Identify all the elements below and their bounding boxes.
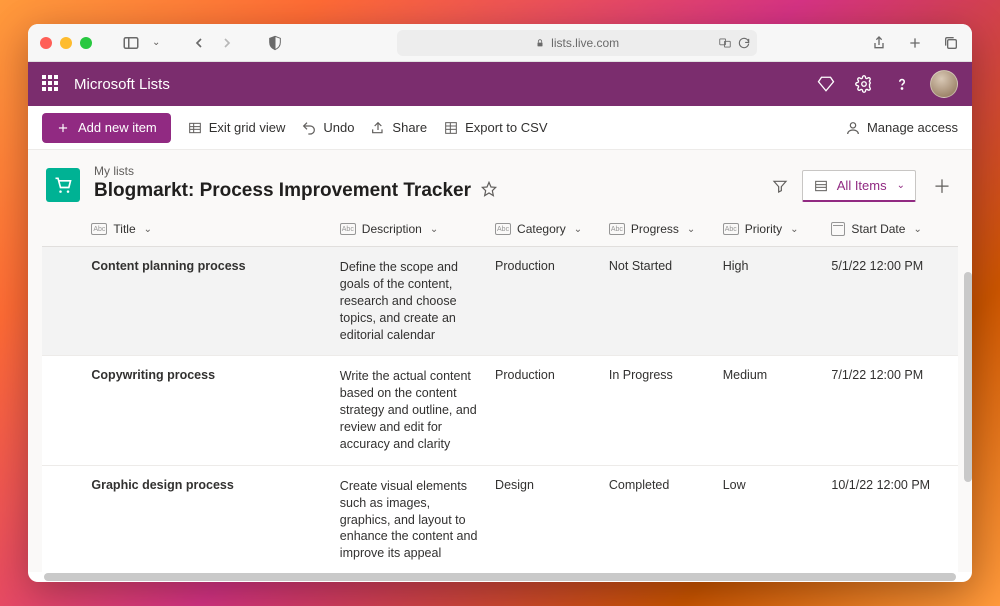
share-arrow-icon	[370, 120, 386, 136]
translate-icon[interactable]	[717, 36, 733, 50]
url-text: lists.live.com	[551, 36, 619, 50]
filter-icon[interactable]	[772, 178, 788, 194]
export-csv-button[interactable]: Export to CSV	[443, 120, 547, 136]
cell-progress[interactable]: In Progress	[601, 356, 715, 465]
shield-icon[interactable]	[266, 34, 284, 52]
maximize-window-button[interactable]	[80, 37, 92, 49]
table-row[interactable]: Graphic design process Create visual ele…	[42, 466, 958, 572]
minimize-window-button[interactable]	[60, 37, 72, 49]
settings-icon[interactable]	[854, 74, 874, 94]
row-handle[interactable]	[42, 356, 83, 465]
horizontal-scrollbar-track	[28, 572, 972, 582]
undo-icon	[301, 120, 317, 136]
cell-priority[interactable]: High	[715, 247, 824, 356]
list-header: My lists Blogmarkt: Process Improvement …	[28, 150, 972, 212]
plus-icon	[56, 121, 70, 135]
data-grid: AbcTitle⌄ AbcDescription⌄ AbcCategory⌄ A…	[42, 212, 958, 572]
tabs-overview-icon[interactable]	[942, 34, 960, 52]
cell-title[interactable]: Content planning process	[83, 247, 331, 356]
traffic-lights	[40, 37, 92, 49]
add-view-button[interactable]: ＋	[930, 173, 954, 199]
cart-icon	[53, 175, 73, 195]
premium-icon[interactable]	[816, 74, 836, 94]
app-name: Microsoft Lists	[74, 76, 170, 93]
cell-start-date[interactable]: 10/1/22 12:00 PM	[823, 466, 958, 572]
cell-category[interactable]: Design	[487, 466, 601, 572]
sidebar-toggle-icon[interactable]	[122, 34, 140, 52]
select-column-header[interactable]	[42, 212, 83, 247]
calendar-icon	[831, 222, 845, 236]
favorite-star-icon[interactable]	[481, 181, 497, 202]
app-header: Microsoft Lists	[28, 62, 972, 106]
cell-description[interactable]: Write the actual content based on the co…	[332, 356, 487, 465]
column-header-category[interactable]: AbcCategory⌄	[487, 212, 601, 247]
grid-container: AbcTitle⌄ AbcDescription⌄ AbcCategory⌄ A…	[28, 212, 972, 572]
new-tab-icon[interactable]	[906, 34, 924, 52]
app-window: ⌄ lists.live.com	[28, 24, 972, 582]
column-header-start-date[interactable]: Start Date⌄	[823, 212, 958, 247]
add-new-item-button[interactable]: Add new item	[42, 113, 171, 143]
sidebar-chevron-icon[interactable]: ⌄	[152, 37, 160, 48]
chevron-down-icon: ⌄	[897, 180, 905, 191]
cell-category[interactable]: Production	[487, 247, 601, 356]
breadcrumb[interactable]: My lists	[94, 164, 497, 178]
grid-icon	[187, 120, 203, 136]
command-bar: Add new item Exit grid view Undo Share E…	[28, 106, 972, 150]
column-header-title[interactable]: AbcTitle⌄	[83, 212, 331, 247]
forward-button[interactable]	[218, 34, 236, 52]
address-bar[interactable]: lists.live.com	[397, 30, 757, 56]
table-row[interactable]: Copywriting process Write the actual con…	[42, 356, 958, 465]
cell-priority[interactable]: Medium	[715, 356, 824, 465]
cell-priority[interactable]: Low	[715, 466, 824, 572]
view-selector-button[interactable]: All Items ⌄	[802, 170, 916, 202]
content-area: My lists Blogmarkt: Process Improvement …	[28, 150, 972, 572]
cell-title[interactable]: Copywriting process	[83, 356, 331, 465]
column-header-description[interactable]: AbcDescription⌄	[332, 212, 487, 247]
horizontal-scrollbar[interactable]	[44, 573, 956, 581]
row-handle[interactable]	[42, 466, 83, 572]
table-row[interactable]: Content planning process Define the scop…	[42, 247, 958, 356]
share-button[interactable]: Share	[370, 120, 427, 136]
cell-progress[interactable]: Completed	[601, 466, 715, 572]
undo-button[interactable]: Undo	[301, 120, 354, 136]
vertical-scrollbar[interactable]	[964, 272, 972, 482]
share-icon[interactable]	[870, 34, 888, 52]
person-icon	[845, 120, 861, 136]
manage-access-button[interactable]: Manage access	[845, 120, 958, 136]
lock-icon	[535, 38, 545, 48]
help-icon[interactable]	[892, 74, 912, 94]
column-header-priority[interactable]: AbcPriority⌄	[715, 212, 824, 247]
export-icon	[443, 120, 459, 136]
close-window-button[interactable]	[40, 37, 52, 49]
cell-category[interactable]: Production	[487, 356, 601, 465]
cell-title[interactable]: Graphic design process	[83, 466, 331, 572]
app-launcher-icon[interactable]	[42, 75, 60, 93]
list-icon	[46, 168, 80, 202]
browser-titlebar: ⌄ lists.live.com	[28, 24, 972, 62]
cell-progress[interactable]: Not Started	[601, 247, 715, 356]
column-header-progress[interactable]: AbcProgress⌄	[601, 212, 715, 247]
list-title: Blogmarkt: Process Improvement Tracker	[94, 180, 471, 202]
reload-icon[interactable]	[737, 36, 751, 50]
back-button[interactable]	[190, 34, 208, 52]
cell-description[interactable]: Define the scope and goals of the conten…	[332, 247, 487, 356]
cell-description[interactable]: Create visual elements such as images, g…	[332, 466, 487, 572]
user-avatar[interactable]	[930, 70, 958, 98]
row-handle[interactable]	[42, 247, 83, 356]
cell-start-date[interactable]: 5/1/22 12:00 PM	[823, 247, 958, 356]
cell-start-date[interactable]: 7/1/22 12:00 PM	[823, 356, 958, 465]
exit-grid-view-button[interactable]: Exit grid view	[187, 120, 286, 136]
list-view-icon	[813, 178, 829, 194]
